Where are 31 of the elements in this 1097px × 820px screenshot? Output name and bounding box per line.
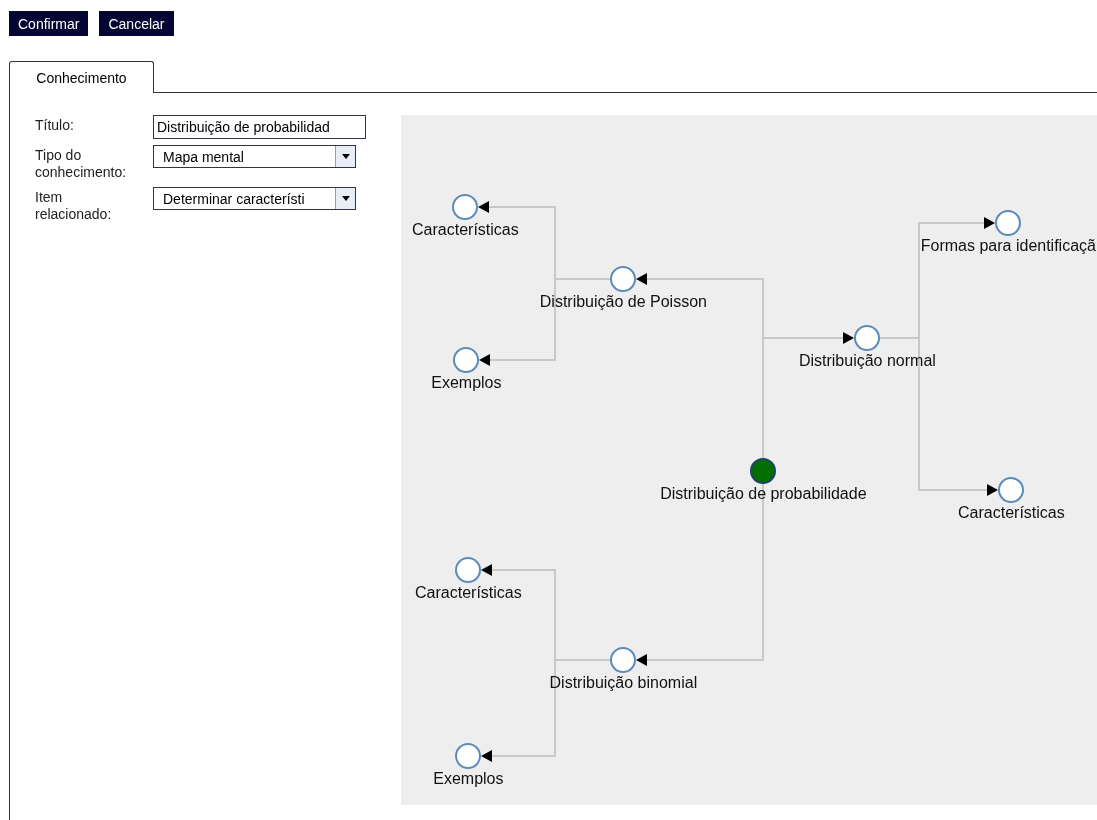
mind-map-node[interactable] (998, 477, 1025, 503)
node-label: Distribuição de Poisson (539, 293, 707, 311)
mind-map-node[interactable] (455, 743, 482, 769)
tab[interactable]: Conhecimento (9, 61, 154, 93)
dropdown[interactable]: Mapa mental (153, 145, 356, 168)
mind-map-node[interactable] (854, 325, 881, 351)
toolbar-button[interactable]: Cancelar (99, 11, 174, 36)
mind-map-node[interactable] (610, 647, 637, 673)
mind-map-node[interactable] (995, 210, 1022, 236)
mind-map-node[interactable] (610, 266, 637, 292)
node-label: Características (412, 221, 519, 239)
mind-map-node[interactable] (455, 557, 482, 583)
node-label: Exemplos (431, 374, 502, 392)
node-label: Características (415, 584, 522, 602)
field-label: Item relacionado: (35, 188, 113, 223)
mind-map-node[interactable] (750, 458, 777, 484)
mind-map-node[interactable] (453, 347, 480, 373)
caret-down-icon (341, 196, 350, 201)
toolbar-button[interactable]: Confirmar (9, 11, 89, 36)
node-label: Distribuição binomial (549, 674, 698, 692)
field-label: Título: (35, 116, 75, 134)
node-label: Exemplos (433, 770, 504, 788)
field-label: Tipo do conhecimento: (35, 146, 128, 181)
node-label: Características (958, 504, 1065, 522)
node-label: Distribuição de probabilidade (660, 485, 867, 503)
node-label: Formas para identificaçã (920, 237, 1096, 255)
caret-down-icon (341, 154, 350, 159)
node-label: Distribuição normal (798, 352, 936, 370)
text-field[interactable]: Distribuição de probabilidad (153, 115, 366, 139)
dropdown[interactable]: Determinar característi (153, 187, 356, 210)
mind-map-node[interactable] (452, 194, 479, 220)
